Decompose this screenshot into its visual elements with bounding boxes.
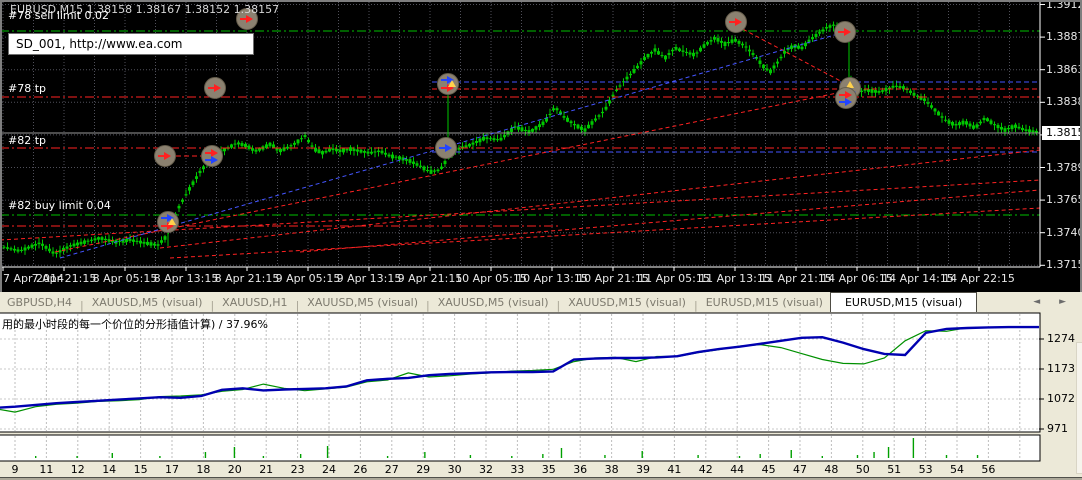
current-price-badge: 1.38157 — [1042, 126, 1082, 140]
tester-trade-label: 23 — [291, 463, 305, 476]
chart-tab[interactable]: XAUUSD,H1 — [215, 293, 294, 312]
tester-trade-label: 20 — [228, 463, 242, 476]
tester-trade-label: 56 — [981, 463, 995, 476]
tester-trade-label: 54 — [950, 463, 964, 476]
window-border-top — [0, 0, 1082, 2]
chart-tab[interactable]: XAUUSD,M15 (visual) — [561, 293, 693, 312]
tester-graph-svg — [0, 312, 1082, 480]
tester-trade-label: 39 — [636, 463, 650, 476]
tester-trade-label: 30 — [448, 463, 462, 476]
trade-marker[interactable] — [726, 12, 747, 33]
tester-trade-label: 21 — [259, 463, 273, 476]
chart-tab[interactable]: XAUUSD,M5 (visual) — [431, 293, 556, 312]
time-axis-label: 9 Apr 21:15 — [398, 272, 463, 285]
price-axis-label: 1.37405 — [1046, 226, 1082, 239]
tester-trade-label: 41 — [667, 463, 681, 476]
time-axis-label: 8 Apr 13:15 — [154, 272, 219, 285]
trade-marker[interactable] — [835, 22, 856, 43]
tester-value-label: 1072 — [1047, 392, 1075, 405]
tester-trade-label: 27 — [385, 463, 399, 476]
order-label-78-tp: #78 tp — [8, 82, 46, 95]
trade-marker[interactable] — [436, 138, 457, 159]
tester-value-label: 971 — [1047, 422, 1068, 435]
tester-trade-label: 53 — [919, 463, 933, 476]
tester-graph-panel[interactable]: 用的最小时段的每一个价位的分形插值计算) / 37.96% 1274 1173 10… — [0, 312, 1082, 480]
tester-trade-label: 44 — [730, 463, 744, 476]
tester-model-annotation: 用的最小时段的每一个价位的分形插值计算) / 37.96% — [2, 316, 268, 332]
tester-trade-label: 36 — [573, 463, 587, 476]
tester-trade-label: 29 — [416, 463, 430, 476]
chart-tab[interactable]: GBPUSD,H4 — [0, 293, 79, 312]
tester-trade-label: 14 — [102, 463, 116, 476]
tester-trade-label: 50 — [856, 463, 870, 476]
chart-tab[interactable]: EURUSD,M15 (visual) — [699, 293, 830, 312]
chart-tab-bar: GBPUSD,H4|XAUUSD,M5 (visual)|XAUUSD,H1|X… — [0, 292, 1082, 313]
trade-marker[interactable] — [158, 212, 179, 233]
window-border-left — [0, 0, 2, 293]
tester-trade-label: 24 — [322, 463, 336, 476]
order-label-buy-limit: #82 buy limit 0.04 — [8, 199, 111, 212]
time-axis-label: 8 Apr 05:15 — [93, 272, 158, 285]
tester-trade-label: 42 — [699, 463, 713, 476]
tester-trade-label: 18 — [196, 463, 210, 476]
tester-trade-label: 45 — [762, 463, 776, 476]
tester-trade-label: 35 — [542, 463, 556, 476]
trade-marker[interactable] — [155, 146, 176, 167]
price-axis-label: 1.38875 — [1046, 30, 1082, 43]
time-axis-label: 7 Apr 21:15 — [32, 272, 97, 285]
tester-value-label: 1173 — [1047, 362, 1075, 375]
price-axis-label: 1.37155 — [1046, 258, 1082, 271]
trade-marker[interactable] — [438, 74, 459, 95]
order-label-sell-limit: #78 sell limit 0.02 — [8, 9, 109, 22]
trade-marker[interactable] — [836, 88, 857, 109]
time-axis-label: 8 Apr 21:15 — [215, 272, 280, 285]
time-axis-label: 14 Apr 22:15 — [943, 272, 1015, 285]
tester-trade-label: 38 — [605, 463, 619, 476]
tester-trade-label: 12 — [71, 463, 85, 476]
ea-info-box: SD_001, http://www.ea.com — [8, 33, 254, 55]
chart-tab[interactable]: XAUUSD,M5 (visual) — [300, 293, 425, 312]
chart-tab[interactable]: XAUUSD,M5 (visual) — [85, 293, 210, 312]
price-axis-label: 1.37895 — [1046, 161, 1082, 174]
time-axis-label: 9 Apr 13:15 — [337, 272, 402, 285]
price-chart-canvas[interactable]: EURUSD,M15 1.38158 1.38167 1.38152 1.381… — [0, 0, 1082, 293]
tester-value-label: 1274 — [1047, 332, 1075, 345]
tester-trade-label: 26 — [353, 463, 367, 476]
tester-trade-label: 9 — [12, 463, 19, 476]
chart-tab-active[interactable]: EURUSD,M15 (visual) — [830, 292, 977, 313]
trade-marker[interactable] — [205, 78, 226, 99]
time-axis-label: 9 Apr 05:15 — [276, 272, 341, 285]
price-axis-label: 1.38385 — [1046, 95, 1082, 108]
tester-trade-label: 17 — [165, 463, 179, 476]
order-label-82-tp: #82 tp — [8, 134, 46, 147]
tab-scroll-arrows[interactable]: ◄ ► — [1033, 297, 1074, 307]
tester-trade-label: 33 — [510, 463, 524, 476]
price-axis-label: 1.38630 — [1046, 63, 1082, 76]
tester-trade-label: 47 — [793, 463, 807, 476]
vertical-scrollbar[interactable] — [1076, 342, 1082, 474]
price-axis-label: 1.37650 — [1046, 193, 1082, 206]
tester-trade-label: 51 — [887, 463, 901, 476]
tester-trade-label: 48 — [824, 463, 838, 476]
tester-trade-label: 15 — [134, 463, 148, 476]
tester-trade-label: 11 — [39, 463, 53, 476]
trade-marker[interactable] — [202, 146, 223, 167]
tester-trade-label: 32 — [479, 463, 493, 476]
mt4-terminal-window: EURUSD,M15 1.38158 1.38167 1.38152 1.381… — [0, 0, 1082, 480]
